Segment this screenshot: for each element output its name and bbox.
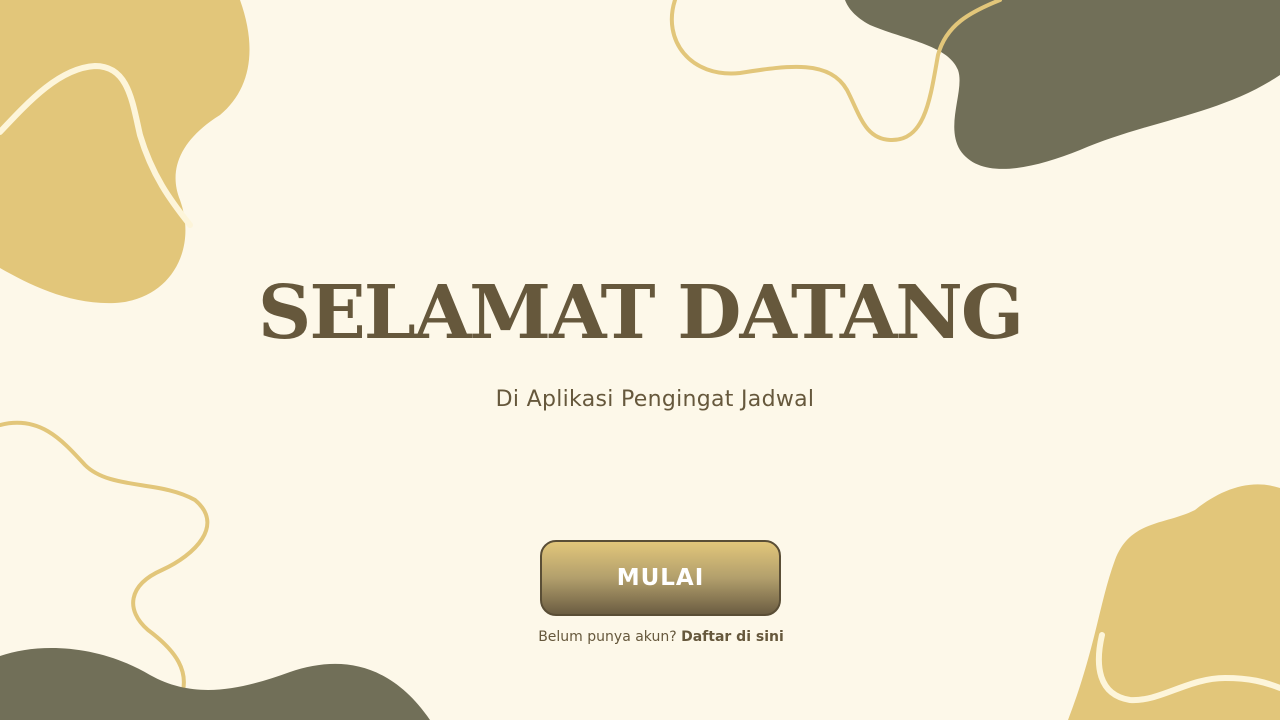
signup-prompt: Belum punya akun? Daftar di sini <box>0 627 1280 647</box>
start-button-label: MULAI <box>616 565 705 591</box>
signup-link[interactable]: Daftar di sini <box>681 629 784 645</box>
bottom-left-olive-blob <box>0 647 430 720</box>
signup-prompt-text: Belum punya akun? <box>538 629 677 645</box>
start-button[interactable]: MULAI <box>540 540 781 616</box>
welcome-title: SELAMAT DATANG <box>257 270 1024 356</box>
top-right-olive-blob <box>845 0 1280 169</box>
welcome-subtitle: Di Aplikasi Pengingat Jadwal <box>495 387 815 412</box>
top-left-gold-blob <box>0 0 250 304</box>
bottom-right-gold-blob <box>1068 484 1280 720</box>
